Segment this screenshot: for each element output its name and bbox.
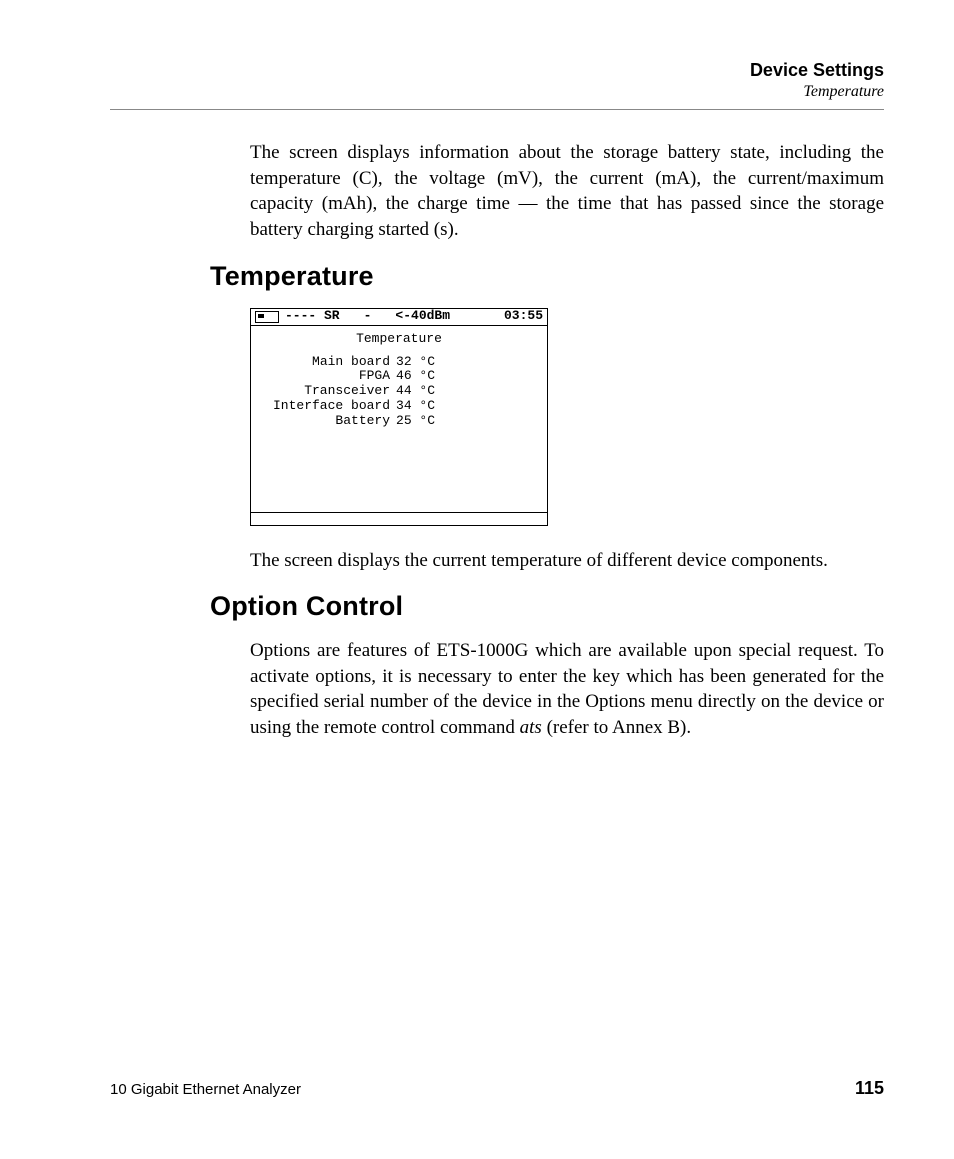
option-control-block: Options are features of ETS-1000G which … bbox=[250, 638, 884, 741]
temp-value: 25 °C bbox=[394, 414, 439, 429]
device-screenshot: ---- SR - <-40dBm 03:55 Temperature Main… bbox=[250, 308, 548, 526]
intro-paragraph: The screen displays information about th… bbox=[250, 140, 884, 243]
temperature-table: Main board 32 °C FPGA 46 °C Transceiver … bbox=[269, 355, 439, 430]
temp-label: Battery bbox=[269, 414, 394, 429]
screenshot-body: Temperature Main board 32 °C FPGA 46 °C … bbox=[251, 326, 547, 512]
header-subsection: Temperature bbox=[110, 83, 884, 101]
running-header: Device Settings Temperature bbox=[110, 60, 884, 101]
temp-label: Main board bbox=[269, 355, 394, 370]
status-left: ---- SR bbox=[285, 309, 340, 324]
temp-label: FPGA bbox=[269, 369, 394, 384]
temp-value: 34 °C bbox=[394, 399, 439, 414]
temp-value: 44 °C bbox=[394, 384, 439, 399]
heading-temperature: Temperature bbox=[210, 261, 884, 292]
temp-row: FPGA 46 °C bbox=[269, 369, 439, 384]
temperature-description-block: The screen displays the current temperat… bbox=[250, 548, 884, 574]
temp-row: Battery 25 °C bbox=[269, 414, 439, 429]
header-section: Device Settings bbox=[110, 60, 884, 81]
intro-paragraph-block: The screen displays information about th… bbox=[250, 140, 884, 243]
heading-option-control: Option Control bbox=[210, 591, 884, 622]
header-rule bbox=[110, 109, 884, 110]
temp-row: Transceiver 44 °C bbox=[269, 384, 439, 399]
footer-product: 10 Gigabit Ethernet Analyzer bbox=[110, 1081, 301, 1098]
status-time: 03:55 bbox=[504, 309, 543, 324]
screenshot-title: Temperature bbox=[257, 332, 541, 347]
option-command: ats bbox=[520, 717, 542, 738]
temperature-description: The screen displays the current temperat… bbox=[250, 548, 884, 574]
screenshot-bottombar bbox=[251, 512, 547, 525]
temp-label: Transceiver bbox=[269, 384, 394, 399]
option-text-post: (refer to Annex B). bbox=[542, 717, 691, 738]
temp-value: 46 °C bbox=[394, 369, 439, 384]
option-control-paragraph: Options are features of ETS-1000G which … bbox=[250, 638, 884, 741]
page-footer: 10 Gigabit Ethernet Analyzer 115 bbox=[110, 1078, 884, 1099]
temp-label: Interface board bbox=[269, 399, 394, 414]
status-mid: - bbox=[364, 309, 372, 324]
footer-page-number: 115 bbox=[855, 1078, 884, 1099]
status-signal: <-40dBm bbox=[395, 309, 450, 324]
screenshot-statusbar: ---- SR - <-40dBm 03:55 bbox=[251, 309, 547, 326]
temp-row: Interface board 34 °C bbox=[269, 399, 439, 414]
temp-value: 32 °C bbox=[394, 355, 439, 370]
battery-icon bbox=[255, 311, 279, 323]
temp-row: Main board 32 °C bbox=[269, 355, 439, 370]
